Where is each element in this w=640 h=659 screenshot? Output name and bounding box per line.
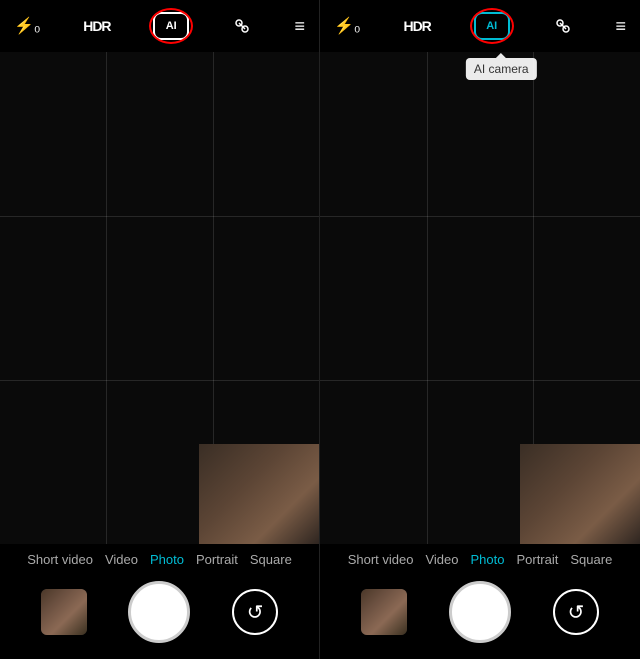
gallery-image-right <box>361 589 407 635</box>
room-scene-right <box>520 444 640 544</box>
ai-camera-tooltip: AI camera <box>466 58 537 80</box>
room-scene-left <box>199 444 319 544</box>
mode-portrait-right[interactable]: Portrait <box>516 552 558 567</box>
mode-bar-right: Short video Video Photo Portrait Square <box>320 544 640 573</box>
mode-square-left[interactable]: Square <box>250 552 292 567</box>
flip-camera-button-left[interactable]: ↺ <box>232 589 278 635</box>
filters-icon-left[interactable] <box>232 16 252 36</box>
grid-h2-left <box>0 380 319 381</box>
right-panel: ⚡₀ HDR AI ≡ AI camera Short video Video … <box>320 0 640 659</box>
left-panel: ⚡₀ HDR AI ≡ Short video Video Photo Port… <box>0 0 320 659</box>
shutter-button-left[interactable] <box>128 581 190 643</box>
flash-icon-left[interactable]: ⚡₀ <box>14 16 41 36</box>
bottom-controls-right: ↺ <box>320 573 640 659</box>
mode-photo-right[interactable]: Photo <box>470 552 504 567</box>
bottom-controls-left: ↺ <box>0 573 319 659</box>
gallery-image-left <box>41 589 87 635</box>
right-toolbar: ⚡₀ HDR AI ≡ <box>320 0 640 52</box>
mode-short-video-left[interactable]: Short video <box>27 552 93 567</box>
shutter-button-right[interactable] <box>449 581 511 643</box>
gallery-thumbnail-right[interactable] <box>361 589 407 635</box>
mode-video-right[interactable]: Video <box>425 552 458 567</box>
hdr-button-right[interactable]: HDR <box>403 18 430 34</box>
ai-button-left[interactable]: AI <box>153 12 189 40</box>
left-toolbar: ⚡₀ HDR AI ≡ <box>0 0 319 52</box>
mode-photo-left[interactable]: Photo <box>150 552 184 567</box>
grid-h1-right <box>320 216 640 217</box>
flash-icon-right[interactable]: ⚡₀ <box>334 16 361 36</box>
menu-icon-left[interactable]: ≡ <box>294 16 305 37</box>
filters-icon-right[interactable] <box>553 16 573 36</box>
ai-button-right[interactable]: AI <box>474 12 510 40</box>
grid-v1-left <box>106 52 107 544</box>
flip-icon-left: ↺ <box>247 600 264 625</box>
menu-icon-right[interactable]: ≡ <box>615 16 626 37</box>
hdr-button-left[interactable]: HDR <box>83 18 110 34</box>
left-viewfinder <box>0 52 319 544</box>
flip-icon-right: ↺ <box>568 600 585 625</box>
mode-portrait-left[interactable]: Portrait <box>196 552 238 567</box>
grid-h1-left <box>0 216 319 217</box>
right-viewfinder <box>320 52 640 544</box>
mode-video-left[interactable]: Video <box>105 552 138 567</box>
mode-bar-left: Short video Video Photo Portrait Square <box>0 544 319 573</box>
grid-v1-right <box>427 52 428 544</box>
flip-camera-button-right[interactable]: ↺ <box>553 589 599 635</box>
mode-square-right[interactable]: Square <box>570 552 612 567</box>
grid-h2-right <box>320 380 640 381</box>
gallery-thumbnail-left[interactable] <box>41 589 87 635</box>
mode-short-video-right[interactable]: Short video <box>348 552 414 567</box>
